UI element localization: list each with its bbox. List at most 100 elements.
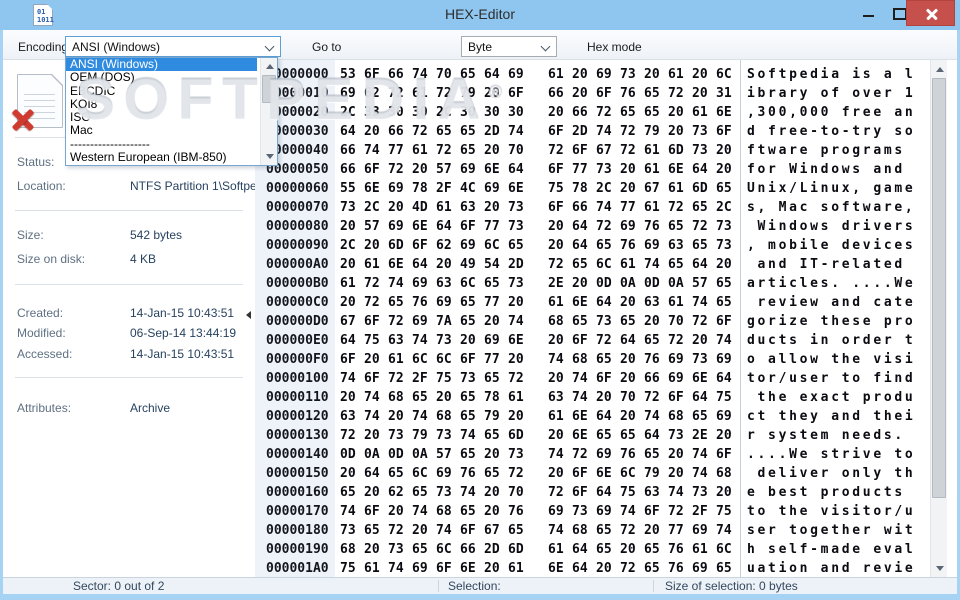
hex-byte[interactable]: 63: [436, 274, 460, 293]
hex-byte[interactable]: 65: [644, 540, 668, 559]
hex-byte[interactable]: 74: [412, 65, 436, 84]
hex-byte[interactable]: 74: [340, 502, 364, 521]
hex-row[interactable]: 000000A0 20 61 6E 64 20 49 54 2D 72 65 6C 61 74 65 64 20…: [255, 255, 957, 274]
hex-byte[interactable]: 6E: [596, 464, 620, 483]
hex-byte[interactable]: 49: [460, 255, 484, 274]
hex-byte[interactable]: 30: [388, 103, 412, 122]
ascii-text[interactable]: e best products: [747, 483, 915, 502]
hex-byte[interactable]: 61: [436, 198, 460, 217]
hex-byte[interactable]: 66: [548, 84, 572, 103]
hex-byte[interactable]: 20: [596, 559, 620, 577]
hex-byte[interactable]: 6F: [596, 369, 620, 388]
hex-byte[interactable]: 6F: [572, 464, 596, 483]
scroll-down-button[interactable]: [261, 148, 277, 164]
hex-byte[interactable]: 6F: [412, 236, 436, 255]
hex-byte[interactable]: 65: [620, 426, 644, 445]
hex-byte[interactable]: 63: [548, 388, 572, 407]
hex-row[interactable]: 00000120 63 74 20 74 68 65 79 20 61 6E 64 20 74 68 65 69…: [255, 407, 957, 426]
hex-byte[interactable]: 65: [644, 559, 668, 577]
hex-byte[interactable]: 6E: [508, 331, 532, 350]
hex-byte[interactable]: 63: [340, 407, 364, 426]
hex-byte[interactable]: 72: [508, 464, 532, 483]
hex-byte[interactable]: 62: [436, 236, 460, 255]
hex-byte[interactable]: 6F: [460, 217, 484, 236]
hex-byte[interactable]: 6C: [460, 274, 484, 293]
hex-byte[interactable]: 20: [620, 369, 644, 388]
hex-byte[interactable]: 77: [388, 141, 412, 160]
hex-byte[interactable]: 0D: [340, 445, 364, 464]
hex-byte[interactable]: 6C: [412, 464, 436, 483]
encoding-option-selected[interactable]: ANSI (Windows): [66, 58, 257, 72]
hex-row[interactable]: 000000B0 61 72 74 69 63 6C 65 73 2E 20 0D 0A 0D 0A 57 65…: [255, 274, 957, 293]
hex-byte[interactable]: 20: [620, 179, 644, 198]
hex-byte[interactable]: 65: [596, 521, 620, 540]
hex-byte[interactable]: 6F: [716, 445, 740, 464]
hex-byte[interactable]: 75: [548, 179, 572, 198]
hex-byte[interactable]: 72: [644, 388, 668, 407]
hex-byte[interactable]: 6F: [460, 521, 484, 540]
hex-byte[interactable]: 33: [364, 103, 388, 122]
hex-byte[interactable]: 72: [508, 369, 532, 388]
hex-byte[interactable]: 66: [340, 141, 364, 160]
hex-byte[interactable]: 20: [436, 388, 460, 407]
hex-byte[interactable]: 72: [388, 84, 412, 103]
encoding-combobox[interactable]: ANSI (Windows): [65, 36, 281, 57]
hex-byte[interactable]: 6F: [364, 312, 388, 331]
hex-byte[interactable]: 65: [508, 521, 532, 540]
ascii-text[interactable]: ibrary of over 1: [747, 84, 915, 103]
hex-byte[interactable]: 72: [388, 312, 412, 331]
hex-byte[interactable]: 73: [692, 122, 716, 141]
hex-byte[interactable]: 20: [716, 483, 740, 502]
ascii-text[interactable]: Unix/Linux, game: [747, 179, 915, 198]
hex-byte[interactable]: 20: [340, 293, 364, 312]
hex-byte[interactable]: 79: [644, 464, 668, 483]
hex-byte[interactable]: 20: [572, 65, 596, 84]
hex-row[interactable]: 000000C0 20 72 65 76 69 65 77 20 61 6E 64 20 63 61 74 65…: [255, 293, 957, 312]
hex-byte[interactable]: 69: [412, 274, 436, 293]
hex-byte[interactable]: 0D: [644, 274, 668, 293]
hex-byte[interactable]: 74: [388, 274, 412, 293]
hex-byte[interactable]: 73: [508, 445, 532, 464]
hex-byte[interactable]: 2C: [716, 198, 740, 217]
hex-byte[interactable]: 76: [644, 350, 668, 369]
hex-byte[interactable]: 74: [460, 483, 484, 502]
hex-row[interactable]: 00000180 73 65 72 20 74 6F 67 65 74 68 65 72 20 77 69 74…: [255, 521, 957, 540]
hex-byte[interactable]: 20: [716, 160, 740, 179]
hex-byte[interactable]: 6E: [508, 179, 532, 198]
hex-byte[interactable]: 74: [364, 407, 388, 426]
hex-byte[interactable]: 73: [508, 198, 532, 217]
hex-byte[interactable]: 61: [668, 293, 692, 312]
hex-byte[interactable]: 61: [412, 84, 436, 103]
hex-byte[interactable]: 74: [388, 559, 412, 577]
hex-byte[interactable]: 68: [388, 388, 412, 407]
hex-byte[interactable]: 20: [668, 445, 692, 464]
hex-byte[interactable]: 65: [596, 236, 620, 255]
hex-byte[interactable]: 65: [364, 521, 388, 540]
hex-byte[interactable]: 64: [596, 483, 620, 502]
hex-byte[interactable]: 6F: [596, 84, 620, 103]
ascii-text[interactable]: ,300,000 free an: [747, 103, 915, 122]
hex-byte[interactable]: 77: [484, 293, 508, 312]
hex-byte[interactable]: 65: [572, 312, 596, 331]
hex-byte[interactable]: 65: [596, 540, 620, 559]
hex-byte[interactable]: 6F: [364, 160, 388, 179]
hex-byte[interactable]: 20: [572, 84, 596, 103]
hex-byte[interactable]: 68: [572, 350, 596, 369]
hex-byte[interactable]: 74: [620, 502, 644, 521]
hex-byte[interactable]: 72: [364, 274, 388, 293]
hex-byte[interactable]: 72: [620, 122, 644, 141]
hex-byte[interactable]: 62: [388, 483, 412, 502]
hex-byte[interactable]: 65: [460, 445, 484, 464]
hex-byte[interactable]: 6F: [508, 84, 532, 103]
hex-byte[interactable]: 65: [460, 293, 484, 312]
hex-byte[interactable]: 20: [548, 464, 572, 483]
hex-row[interactable]: 00000100 74 6F 72 2F 75 73 65 72 20 74 6F 20 66 69 6E 64…: [255, 369, 957, 388]
hex-byte[interactable]: 74: [596, 198, 620, 217]
hex-byte[interactable]: 74: [572, 369, 596, 388]
hex-byte[interactable]: 68: [340, 540, 364, 559]
hex-byte[interactable]: 20: [620, 160, 644, 179]
hex-byte[interactable]: 74: [436, 521, 460, 540]
hex-byte[interactable]: 6C: [412, 350, 436, 369]
hex-byte[interactable]: 30: [412, 103, 436, 122]
hex-byte[interactable]: 72: [364, 293, 388, 312]
